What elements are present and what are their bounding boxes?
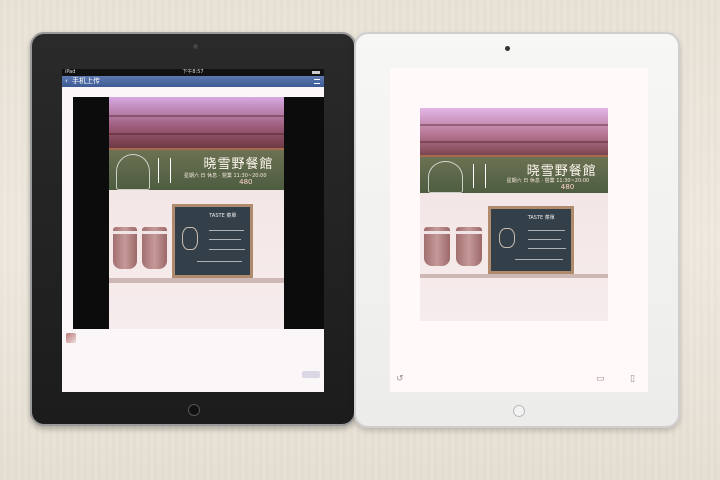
chalkboard: TASTE 菜單 [487,205,575,275]
black-ipad: iPad 下午8:57 ‹ 手机上传 晓雪野餐館 星期六 日 休息 · 營業 1… [30,32,356,426]
sign-figure-doodle [158,157,171,184]
sign-subtitle: 星期六 日 休息 · 營業 11:30~20:00 [506,177,590,184]
front-camera-icon [505,46,510,51]
flower-pot [422,227,452,266]
sign-umbrella-doodle [116,154,150,190]
ledge [420,274,608,279]
photo-roof [420,108,608,155]
shop-sign: 晓雪野餐館 星期六 日 休息 · 營業 11:30~20:00 480 [420,154,608,199]
share-icon[interactable]: ▭ [596,374,605,384]
send-button[interactable] [302,371,320,378]
chalkboard: TASTE 菜單 [172,203,253,278]
sign-price: 480 [560,182,575,191]
front-camera-icon [193,44,198,49]
left-ipad-screen: iPad 下午8:57 ‹ 手机上传 晓雪野餐館 星期六 日 休息 · 營業 1… [62,69,324,392]
board-doodle [182,227,198,250]
sign-umbrella-doodle [427,160,464,194]
shop-sign: 晓雪野餐館 星期六 日 休息 · 營業 11:30~20:00 480 [109,148,284,195]
back-arrow-icon[interactable]: ↺ [396,374,404,384]
flower-pot [111,226,138,269]
battery-icon [312,71,320,74]
flower-pot [454,227,484,266]
home-button-icon[interactable] [188,404,200,416]
home-button-icon[interactable] [513,405,525,417]
board-title: TASTE 菜單 [209,213,237,220]
back-chevron-icon[interactable]: ‹ [65,76,68,87]
sign-price: 480 [239,178,253,187]
sign-figure-doodle [472,163,486,188]
sign-subtitle: 星期六 日 休息 · 營業 11:30~20:00 [183,172,267,179]
status-bar: iPad 下午8:57 [62,69,324,76]
menu-icon[interactable] [314,79,320,84]
board-title: TASTE 菜單 [527,214,555,221]
letterbox-right [284,97,324,329]
sign-title: 晓雪野餐館 [203,157,274,173]
ledge [109,277,284,283]
avatar[interactable] [66,333,76,343]
board-doodle [498,227,516,249]
right-ipad-screen: 晓雪野餐館 星期六 日 休息 · 營業 11:30~20:00 480 TAST… [390,68,648,392]
trash-icon[interactable]: ▯ [630,374,635,384]
flower-pot [141,226,168,269]
nav-title: 手机上传 [72,77,100,85]
nav-bar: ‹ 手机上传 [62,76,324,87]
white-ipad: 晓雪野餐館 星期六 日 休息 · 營業 11:30~20:00 480 TAST… [354,32,680,428]
photo[interactable]: 晓雪野餐館 星期六 日 休息 · 營業 11:30~20:00 480 TAST… [420,108,608,321]
letterbox-left [73,97,109,329]
photo-roof [109,97,284,149]
status-time: 下午8:57 [182,69,204,75]
photo[interactable]: 晓雪野餐館 星期六 日 休息 · 營業 11:30~20:00 480 TAST… [109,97,284,329]
